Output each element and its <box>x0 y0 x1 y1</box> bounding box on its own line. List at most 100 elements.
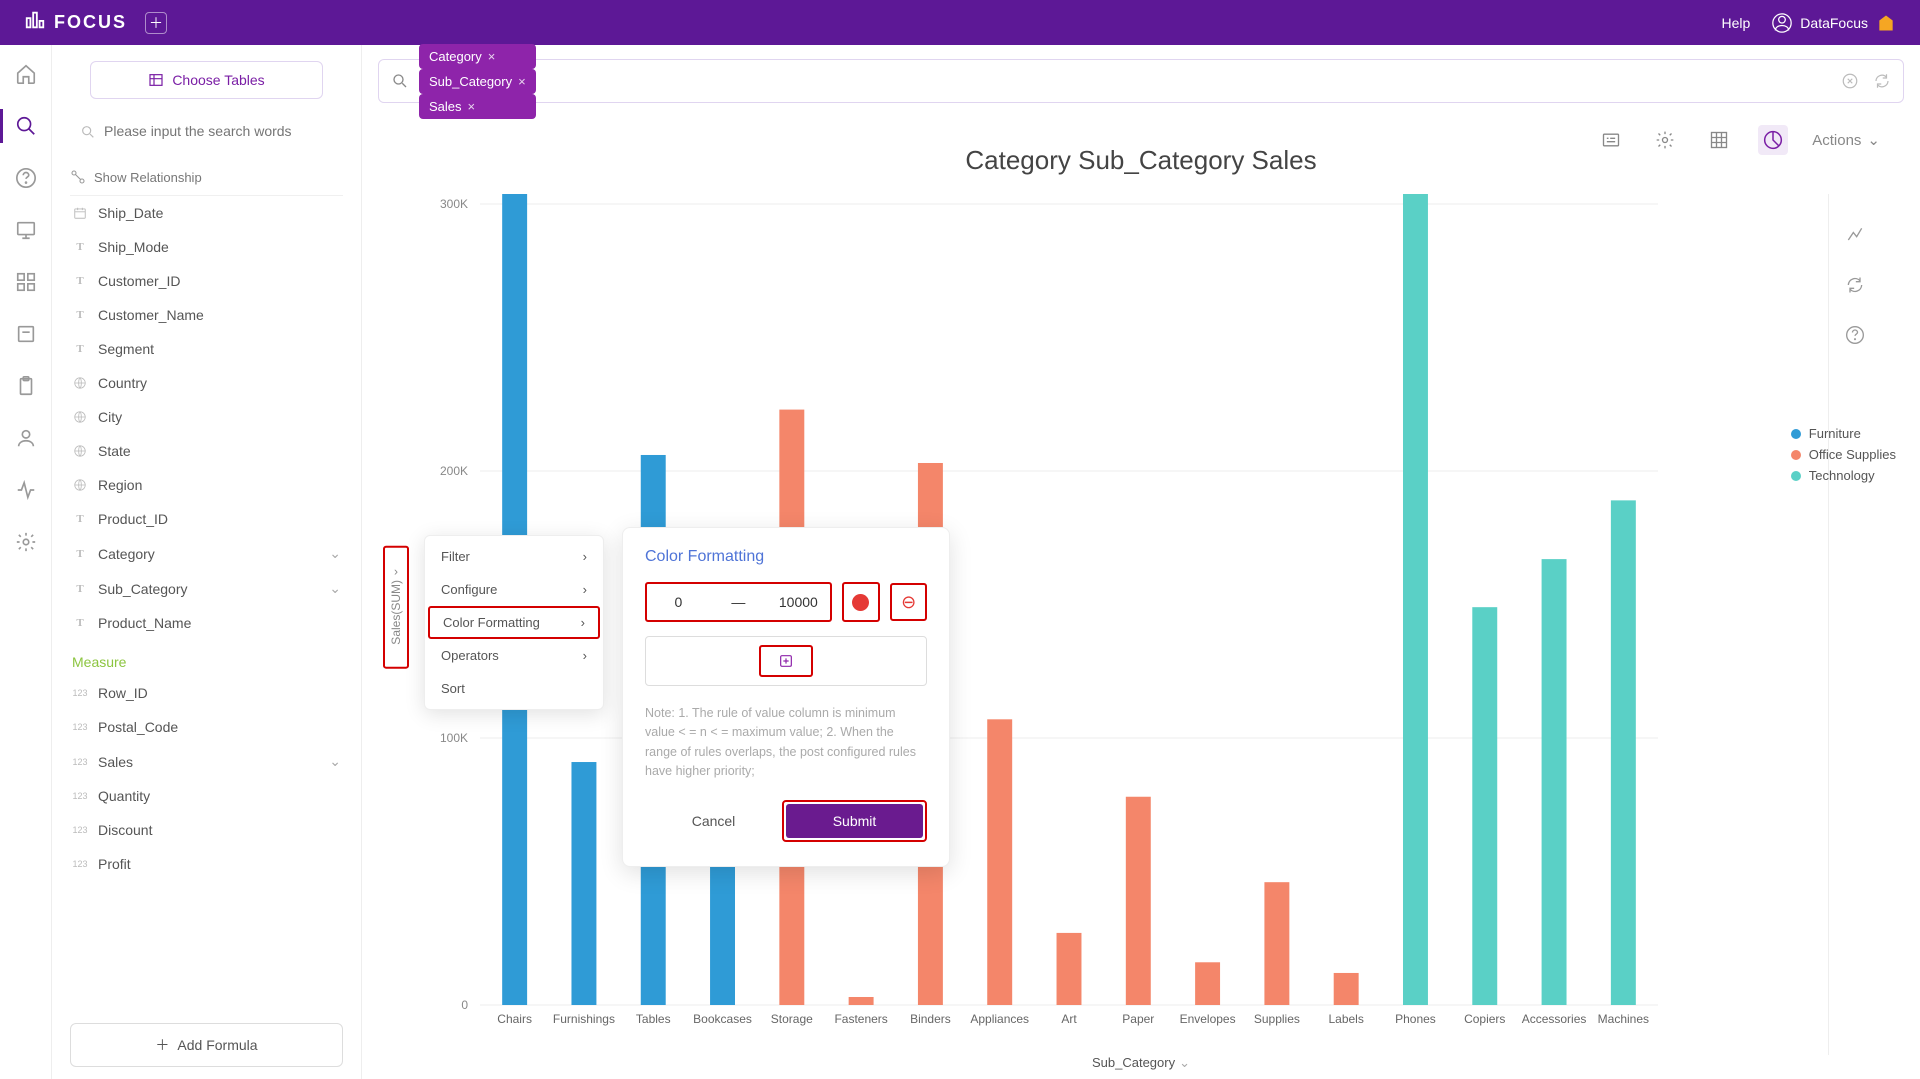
chip-remove-icon[interactable]: × <box>488 49 496 64</box>
field-product_name[interactable]: TProduct_Name <box>70 606 343 640</box>
field-label: Postal_Code <box>98 719 178 735</box>
bar-art[interactable] <box>1057 933 1082 1005</box>
field-customer_name[interactable]: TCustomer_Name <box>70 298 343 332</box>
legend-item[interactable]: Office Supplies <box>1791 447 1896 462</box>
yaxis-handle[interactable]: Sales(SUM) <box>383 546 409 669</box>
expand-icon[interactable] <box>1844 224 1866 246</box>
ctx-operators[interactable]: Operators› <box>425 639 603 672</box>
query-bar[interactable]: Category× Sub_Category× Sales× <box>378 59 1904 103</box>
field-discount[interactable]: 123Discount <box>70 813 343 847</box>
svg-text:Labels: Labels <box>1328 1012 1363 1026</box>
field-label: State <box>98 443 131 459</box>
bar-accessories[interactable] <box>1542 559 1567 1005</box>
field-country[interactable]: Country <box>70 366 343 400</box>
cf-color-swatch[interactable] <box>842 582 881 622</box>
field-product_id[interactable]: TProduct_ID <box>70 502 343 536</box>
legend-label: Office Supplies <box>1809 447 1896 462</box>
cf-title: Color Formatting <box>645 548 927 566</box>
users-nav-icon[interactable] <box>15 427 37 449</box>
add-formula-button[interactable]: ＋ Add Formula <box>70 1023 343 1067</box>
field-search-input[interactable] <box>70 113 343 149</box>
relationship-icon <box>70 169 86 185</box>
username: DataFocus <box>1800 15 1868 31</box>
field-segment[interactable]: TSegment <box>70 332 343 366</box>
cf-remove-button[interactable]: ⊖ <box>890 583 927 621</box>
field-quantity[interactable]: 123Quantity <box>70 779 343 813</box>
bar-phones[interactable] <box>1403 194 1428 1005</box>
bar-furnishings[interactable] <box>571 762 596 1005</box>
field-profit[interactable]: 123Profit <box>70 847 343 881</box>
color-formatting-popover: Color Formatting 0 — 10000 ⊖ Note: 1. Th… <box>622 527 950 867</box>
choose-tables-button[interactable]: Choose Tables <box>90 61 323 99</box>
cf-note: Note: 1. The rule of value column is min… <box>645 704 927 782</box>
help-link[interactable]: Help <box>1722 15 1751 31</box>
ctx-configure[interactable]: Configure› <box>425 573 603 606</box>
field-sub_category[interactable]: TSub_Category⌄ <box>70 571 343 606</box>
archive-icon[interactable] <box>15 323 37 345</box>
cf-add-button[interactable] <box>759 645 813 677</box>
field-label: Ship_Date <box>98 205 163 221</box>
x-axis-label[interactable]: Sub_Category⌄ <box>362 1055 1920 1079</box>
refresh-chart-icon[interactable] <box>1844 274 1866 296</box>
query-chip-category[interactable]: Category× <box>419 44 536 69</box>
activity-icon[interactable] <box>15 479 37 501</box>
cf-min-value[interactable]: 0 <box>657 594 699 610</box>
chevron-right-icon: › <box>583 582 587 597</box>
search-nav-icon[interactable] <box>15 115 37 137</box>
settings-nav-icon[interactable] <box>15 531 37 553</box>
submit-button-label: Submit <box>786 804 923 838</box>
bar-labels[interactable] <box>1334 973 1359 1005</box>
field-ship_date[interactable]: Ship_Date <box>70 196 343 230</box>
notification-icon[interactable] <box>1876 13 1896 33</box>
new-tab-button[interactable]: ＋ <box>145 12 167 34</box>
clipboard-icon[interactable] <box>15 375 37 397</box>
monitor-icon[interactable] <box>15 219 37 241</box>
cf-max-value[interactable]: 10000 <box>777 594 819 610</box>
legend-item[interactable]: Furniture <box>1791 426 1896 441</box>
field-label: Quantity <box>98 788 150 804</box>
field-ship_mode[interactable]: TShip_Mode <box>70 230 343 264</box>
ctx-label: Operators <box>441 648 499 663</box>
clear-icon[interactable] <box>1841 72 1859 90</box>
bar-paper[interactable] <box>1126 797 1151 1005</box>
show-relationship[interactable]: Show Relationship <box>70 161 343 196</box>
bar-supplies[interactable] <box>1264 882 1289 1005</box>
field-label: Sales <box>98 754 133 770</box>
field-state[interactable]: State <box>70 434 343 468</box>
svg-text:Storage: Storage <box>771 1012 813 1026</box>
query-chip-sub_category[interactable]: Sub_Category× <box>419 69 536 94</box>
submit-button[interactable]: Submit <box>782 800 927 842</box>
bar-fasteners[interactable] <box>849 997 874 1005</box>
legend: Furniture Office Supplies Technology <box>1791 426 1896 489</box>
bar-machines[interactable] <box>1611 500 1636 1005</box>
grid-nav-icon[interactable] <box>15 271 37 293</box>
svg-text:Machines: Machines <box>1598 1012 1649 1026</box>
ctx-color-formatting[interactable]: Color Formatting› <box>428 606 600 639</box>
bar-copiers[interactable] <box>1472 607 1497 1005</box>
bar-envelopes[interactable] <box>1195 962 1220 1005</box>
field-city[interactable]: City <box>70 400 343 434</box>
ctx-filter[interactable]: Filter› <box>425 540 603 573</box>
chip-remove-icon[interactable]: × <box>468 99 476 114</box>
field-sales[interactable]: 123Sales⌄ <box>70 744 343 779</box>
help-nav-icon[interactable] <box>15 167 37 189</box>
user-menu[interactable]: DataFocus <box>1772 13 1896 33</box>
field-category[interactable]: TCategory⌄ <box>70 536 343 571</box>
ctx-sort[interactable]: Sort <box>425 672 603 705</box>
field-row_id[interactable]: 123Row_ID <box>70 676 343 710</box>
home-icon[interactable] <box>15 63 37 85</box>
refresh-icon[interactable] <box>1873 72 1891 90</box>
info-icon[interactable] <box>1844 324 1866 346</box>
chevron-down-icon: ⌄ <box>1179 1055 1190 1070</box>
legend-item[interactable]: Technology <box>1791 468 1896 483</box>
cf-range[interactable]: 0 — 10000 <box>645 582 832 622</box>
field-customer_id[interactable]: TCustomer_ID <box>70 264 343 298</box>
logo: FOCUS <box>24 9 127 36</box>
field-region[interactable]: Region <box>70 468 343 502</box>
bar-appliances[interactable] <box>987 719 1012 1005</box>
chevron-down-icon: ⌄ <box>329 580 341 597</box>
field-search[interactable] <box>70 113 343 149</box>
field-postal_code[interactable]: 123Postal_Code <box>70 710 343 744</box>
chip-remove-icon[interactable]: × <box>518 74 526 89</box>
cancel-button[interactable]: Cancel <box>645 800 782 842</box>
